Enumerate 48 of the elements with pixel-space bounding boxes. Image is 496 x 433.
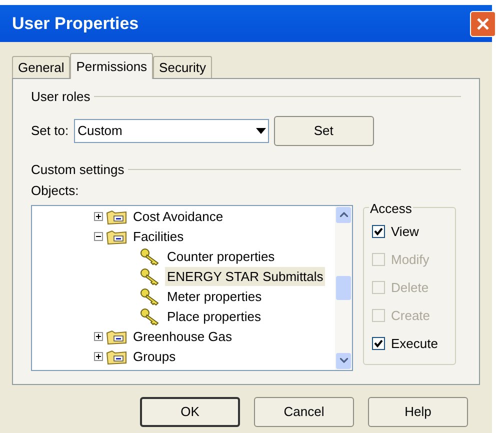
minus-icon: [95, 233, 102, 240]
tab[interactable]: Security: [153, 56, 212, 78]
expand-toggle[interactable]: [94, 332, 103, 341]
field-label: Set to:: [31, 122, 69, 140]
folder-icon: [106, 328, 128, 344]
collapse-toggle[interactable]: [94, 232, 103, 241]
folder-icon: [106, 228, 128, 244]
scroll-thumb[interactable]: [336, 276, 351, 300]
tree-item[interactable]: Greenhouse Gas: [131, 326, 234, 346]
folder-icon: [106, 208, 128, 224]
field-label: Objects:: [31, 182, 80, 200]
plus-icon: [95, 213, 102, 220]
group-label: User roles: [31, 88, 90, 106]
scroll-up-icon[interactable]: [336, 206, 351, 222]
tree-item[interactable]: Place properties: [165, 306, 263, 326]
tree-item[interactable]: Meter properties: [165, 286, 264, 306]
tab[interactable]: Permissions: [70, 53, 154, 79]
role-dropdown[interactable]: Custom: [74, 118, 269, 142]
group-label: Custom settings: [31, 160, 124, 179]
object-tree[interactable]: Cost Avoidance Facilities Counter properties ENERGY STAR Submittals Meter properties Place properties Greenhouse Gas Groups: [31, 204, 353, 370]
dialog-button[interactable]: Help: [368, 397, 468, 427]
dialog-button[interactable]: OK: [140, 397, 240, 427]
scroll-down-icon[interactable]: [336, 352, 351, 368]
dropdown-arrow-icon: [256, 128, 266, 134]
checkbox-label: Delete: [391, 278, 429, 297]
scrollbar[interactable]: [335, 206, 352, 370]
tab[interactable]: General: [12, 56, 70, 78]
plus-icon: [95, 333, 102, 340]
tree-item[interactable]: Facilities: [131, 226, 186, 246]
checkbox-label: Modify: [391, 250, 430, 269]
checkbox[interactable]: [372, 225, 385, 238]
checkbox[interactable]: [372, 337, 385, 350]
tree-item[interactable]: Groups: [131, 346, 178, 366]
checkbox-label: Execute: [391, 334, 438, 353]
dialog-button[interactable]: Set: [274, 116, 374, 146]
close-button[interactable]: [470, 10, 496, 36]
plus-icon: [95, 353, 102, 360]
dialog-button[interactable]: Cancel: [254, 397, 354, 427]
tree-item[interactable]: Cost Avoidance: [131, 206, 226, 226]
expand-toggle[interactable]: [94, 352, 103, 361]
checkbox-label: View: [391, 222, 419, 241]
tree-item[interactable]: ENERGY STAR Submittals: [165, 266, 326, 286]
folder-icon: [106, 348, 128, 364]
tree-item[interactable]: Counter properties: [165, 246, 277, 266]
close-icon: [476, 16, 490, 30]
checkbox-label: Create: [391, 306, 430, 325]
window-title: User Properties: [12, 12, 139, 35]
expand-toggle[interactable]: [94, 212, 103, 221]
